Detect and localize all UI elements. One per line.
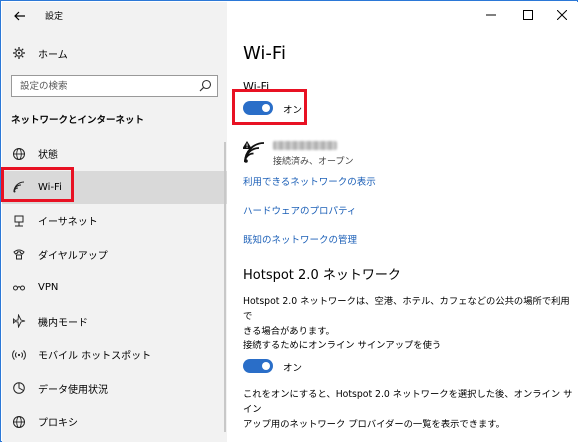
online-signup-note-line: これをオンにすると、Hotspot 2.0 ネットワークを選択した後、オンライン… bbox=[243, 389, 573, 415]
sidebar-item-status[interactable]: 状態 bbox=[2, 137, 227, 171]
sidebar-item-ethernet[interactable]: イーサネット bbox=[2, 204, 227, 238]
sidebar-nav-list: 状態 Wi-Fi イーサネット ダイヤルアップ VPN 機内モード モバイル ホ… bbox=[2, 137, 227, 439]
sidebar-item-mobile-hotspot[interactable]: モバイル ホットスポット bbox=[2, 338, 227, 372]
settings-search-input[interactable] bbox=[12, 76, 192, 96]
sidebar-item-label: Wi-Fi bbox=[38, 181, 62, 193]
app-title: 設定 bbox=[45, 12, 64, 22]
wifi-icon bbox=[11, 179, 27, 195]
close-icon bbox=[557, 10, 567, 20]
maximize-button[interactable] bbox=[514, 6, 542, 24]
maximize-icon bbox=[523, 10, 533, 20]
ethernet-icon bbox=[11, 213, 27, 229]
online-signup-toggle-state: オン bbox=[283, 363, 303, 374]
sidebar-item-airplane-mode[interactable]: 機内モード bbox=[2, 305, 227, 339]
toggle-knob bbox=[262, 104, 270, 112]
sidebar-item-vpn[interactable]: VPN bbox=[2, 271, 227, 305]
hotspot-heading: Hotspot 2.0 ネットワーク bbox=[243, 268, 401, 283]
online-signup-toggle[interactable] bbox=[243, 359, 273, 373]
search-icon[interactable] bbox=[197, 78, 213, 94]
titlebar-left: 設定 bbox=[2, 2, 227, 30]
globe-status-icon bbox=[11, 146, 27, 162]
sidebar-item-label: データ使用状況 bbox=[38, 384, 108, 396]
sidebar-item-proxy[interactable]: プロキシ bbox=[2, 405, 227, 439]
hotspot-description: Hotspot 2.0 ネットワークは、空港、ホテル、カフェなどの公共の場所で利… bbox=[243, 294, 573, 339]
hotspot-description-line: Hotspot 2.0 ネットワークは、空港、ホテル、カフェなどの公共の場所で利… bbox=[243, 296, 570, 322]
sidebar-item-label: イーサネット bbox=[38, 217, 98, 229]
toggle-knob bbox=[262, 362, 270, 370]
show-available-networks-link[interactable]: 利用できるネットワークの表示 bbox=[243, 174, 376, 188]
wifi-toggle[interactable] bbox=[243, 101, 273, 115]
phone-icon bbox=[11, 246, 27, 262]
network-status: 接続済み、オープン bbox=[273, 157, 354, 167]
wifi-signal-warning-icon[interactable] bbox=[242, 140, 265, 164]
page-title: Wi-Fi bbox=[243, 43, 286, 64]
sidebar-item-label: ホーム bbox=[38, 49, 68, 61]
sidebar-item-label: 状態 bbox=[38, 150, 58, 162]
sidebar-item-dialup[interactable]: ダイヤルアップ bbox=[2, 238, 227, 272]
sidebar-item-label: モバイル ホットスポット bbox=[38, 351, 152, 363]
online-signup-label: 接続するためにオンライン サインアップを使う bbox=[243, 340, 442, 351]
network-name-redacted[interactable] bbox=[273, 141, 337, 150]
online-signup-note-line: アップ用のネットワーク プロバイダーの一覧を表示できます。 bbox=[243, 419, 505, 430]
sidebar-item-label: ダイヤルアップ bbox=[38, 250, 108, 262]
sidebar-item-wifi[interactable]: Wi-Fi bbox=[2, 170, 227, 204]
sidebar-item-data-usage[interactable]: データ使用状況 bbox=[2, 372, 227, 406]
home-gear-icon bbox=[11, 45, 27, 61]
airplane-icon bbox=[11, 313, 27, 329]
sidebar-item-label: 機内モード bbox=[38, 317, 88, 329]
main-pane: Wi-Fi Wi-Fi オン 接続済み、オープン 利用できるネットワークの表示 … bbox=[227, 2, 578, 442]
wifi-toggle-state: オン bbox=[283, 105, 303, 116]
sidebar: 設定 ホーム ネットワークとインターネット 状態 bbox=[2, 2, 227, 442]
sidebar-scrollbar[interactable] bbox=[224, 142, 226, 432]
data-usage-icon bbox=[11, 380, 27, 396]
sidebar-item-label: プロキシ bbox=[38, 418, 78, 430]
wifi-section-label: Wi-Fi bbox=[243, 80, 270, 93]
minimize-button[interactable] bbox=[477, 6, 505, 24]
minimize-icon bbox=[486, 14, 496, 16]
sidebar-section-title: ネットワークとインターネット bbox=[11, 115, 145, 126]
vpn-icon bbox=[11, 280, 27, 296]
back-arrow-icon[interactable] bbox=[10, 6, 30, 26]
hotspot-icon bbox=[11, 347, 27, 363]
hotspot-description-line: きる場合があります。 bbox=[243, 326, 335, 337]
hardware-properties-link[interactable]: ハードウェアのプロパティ bbox=[243, 203, 356, 217]
sidebar-item-label: VPN bbox=[38, 282, 59, 294]
globe-proxy-icon bbox=[11, 414, 27, 430]
settings-search-box[interactable] bbox=[11, 75, 218, 97]
manage-known-networks-link[interactable]: 既知のネットワークの管理 bbox=[243, 232, 357, 246]
settings-window: 設定 ホーム ネットワークとインターネット 状態 bbox=[0, 0, 578, 442]
close-button[interactable] bbox=[548, 6, 576, 24]
sidebar-item-home[interactable]: ホーム bbox=[2, 40, 227, 66]
online-signup-note: これをオンにすると、Hotspot 2.0 ネットワークを選択した後、オンライン… bbox=[243, 387, 573, 432]
